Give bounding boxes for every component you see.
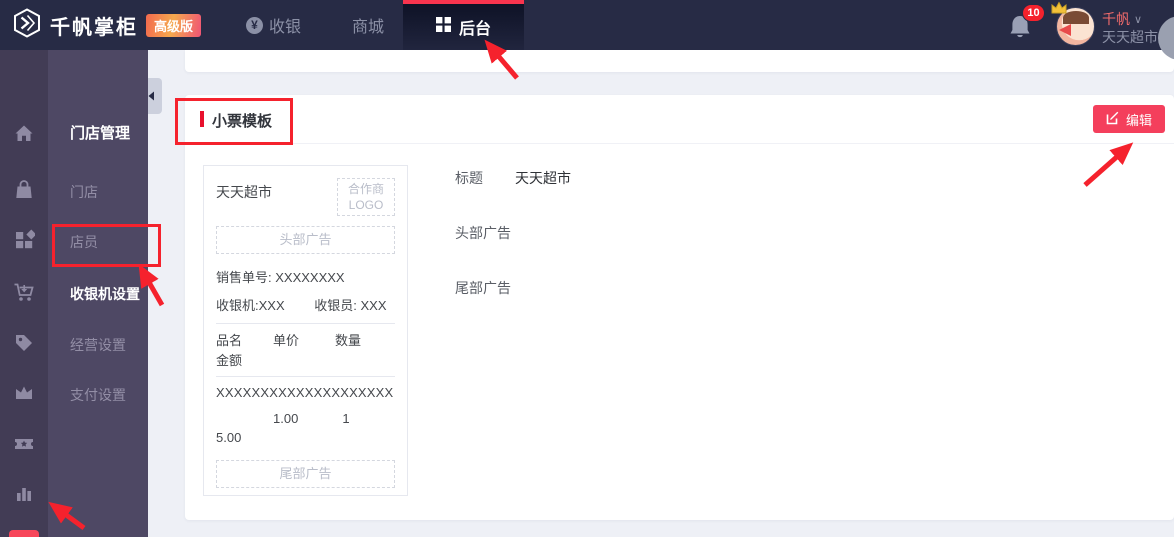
grid-icon — [435, 17, 451, 37]
field-label-footer-ad: 尾部广告 — [455, 280, 511, 296]
item-qty: 1 — [342, 411, 350, 427]
cart-icon[interactable] — [13, 281, 35, 303]
brand-name: 千帆掌柜 — [50, 16, 138, 39]
yen-icon: ¥ — [246, 16, 263, 34]
receipt-register-row: 收银机:XXX 收银员: XXX — [216, 295, 395, 325]
edit-button[interactable]: 编辑 — [1092, 105, 1165, 133]
sidebar-item-register-settings[interactable]: 收银机设置 — [70, 284, 140, 304]
receipt-register: 收银机:XXX — [216, 298, 285, 314]
partner-logo-line2: LOGO — [348, 198, 384, 213]
sidebar-item-business-settings[interactable]: 经营设置 — [70, 335, 126, 355]
item-amount: 5.00 — [216, 430, 242, 446]
chart-icon[interactable] — [13, 482, 35, 504]
col-name: 品名 — [216, 333, 243, 349]
receipt-item-name: XXXXXXXXXXXXXXXXXXXX — [216, 385, 394, 401]
ticket-icon[interactable] — [13, 432, 35, 454]
edit-button-label: 编辑 — [1125, 112, 1152, 128]
bag-icon[interactable] — [13, 179, 35, 201]
user-menu[interactable]: 千帆 ∨ — [1102, 9, 1142, 29]
card-header: 小票模板 编辑 — [185, 95, 1174, 144]
col-amount: 金额 — [216, 352, 243, 368]
caret-down-icon: ∨ — [1134, 13, 1143, 26]
field-label-title: 标题 — [455, 170, 483, 186]
receipt-preview: 天天超市 合作商 LOGO 头部广告 销售单号: XXXXXXXX 收银机:XX… — [203, 165, 408, 496]
sidebar-item-staff[interactable]: 店员 — [70, 232, 98, 252]
footer-ad-placeholder: 尾部广告 — [216, 460, 395, 489]
store-icon[interactable] — [9, 530, 39, 537]
sidebar-icon-rail — [0, 50, 48, 537]
sidebar-item-stores[interactable]: 门店 — [70, 182, 98, 202]
title-accent-bar — [200, 111, 204, 127]
page-title: 小票模板 — [212, 113, 273, 130]
previous-card-remnant — [185, 50, 1174, 72]
user-store-name: 天天超市 — [1102, 29, 1158, 45]
field-value-title: 天天超市 — [515, 170, 571, 186]
crown-decoration-icon — [1050, 1, 1068, 20]
partner-logo-placeholder: 合作商 LOGO — [337, 178, 395, 217]
crown-icon[interactable] — [13, 382, 35, 404]
sidebar-section-title: 门店管理 — [70, 125, 131, 142]
plan-badge: 高级版 — [146, 13, 202, 37]
item-price: 1.00 — [273, 411, 299, 427]
notification-count-badge: 10 — [1022, 4, 1045, 22]
receipt-order-no: 销售单号: XXXXXXXX — [216, 270, 345, 286]
partner-logo-line1: 合作商 — [347, 182, 384, 196]
sidebar-menu: 门店管理 门店 店员 收银机设置 经营设置 支付设置 — [48, 50, 148, 537]
sidebar-item-payment-settings[interactable]: 支付设置 — [70, 385, 126, 405]
dashboard-icon[interactable] — [13, 229, 35, 251]
edit-pencil-icon — [1106, 111, 1120, 128]
user-name: 千帆 — [1102, 11, 1130, 27]
brand[interactable]: 千帆掌柜 高级版 — [12, 0, 202, 50]
receipt-column-headers: 品名 单价 数量 金额 — [216, 331, 395, 378]
field-label-header-ad: 头部广告 — [455, 225, 511, 241]
home-icon[interactable] — [13, 122, 35, 144]
nav-mall[interactable]: 商城 — [352, 0, 384, 50]
nav-cashier[interactable]: ¥ 收银 — [246, 0, 301, 50]
app-root: 千帆掌柜 高级版 ¥ 收银 商城 后台 10 千帆 ∨ 天天超市 门店管理 门店… — [0, 0, 1174, 537]
col-qty: 数量 — [335, 333, 362, 349]
receipt-store-name: 天天超市 — [216, 184, 272, 200]
brand-logo-icon — [12, 7, 42, 43]
receipt-cashier: 收银员: XXX — [314, 298, 387, 314]
nav-cashier-label: 收银 — [269, 19, 302, 36]
receipt-template-card: 小票模板 编辑 天天超市 合作商 LOGO 头部广告 销售单号: XXXXXXX… — [185, 95, 1174, 520]
nav-admin-label: 后台 — [458, 21, 491, 38]
receipt-item-values: 1.00 1 5.00 — [216, 410, 395, 448]
nav-admin[interactable]: 后台 — [403, 0, 524, 50]
top-header: 千帆掌柜 高级版 ¥ 收银 商城 后台 10 千帆 ∨ 天天超市 — [0, 0, 1174, 50]
header-ad-placeholder: 头部广告 — [216, 226, 395, 255]
tag-icon[interactable] — [13, 332, 35, 354]
col-price: 单价 — [273, 333, 300, 349]
nav-mall-label: 商城 — [352, 19, 385, 36]
